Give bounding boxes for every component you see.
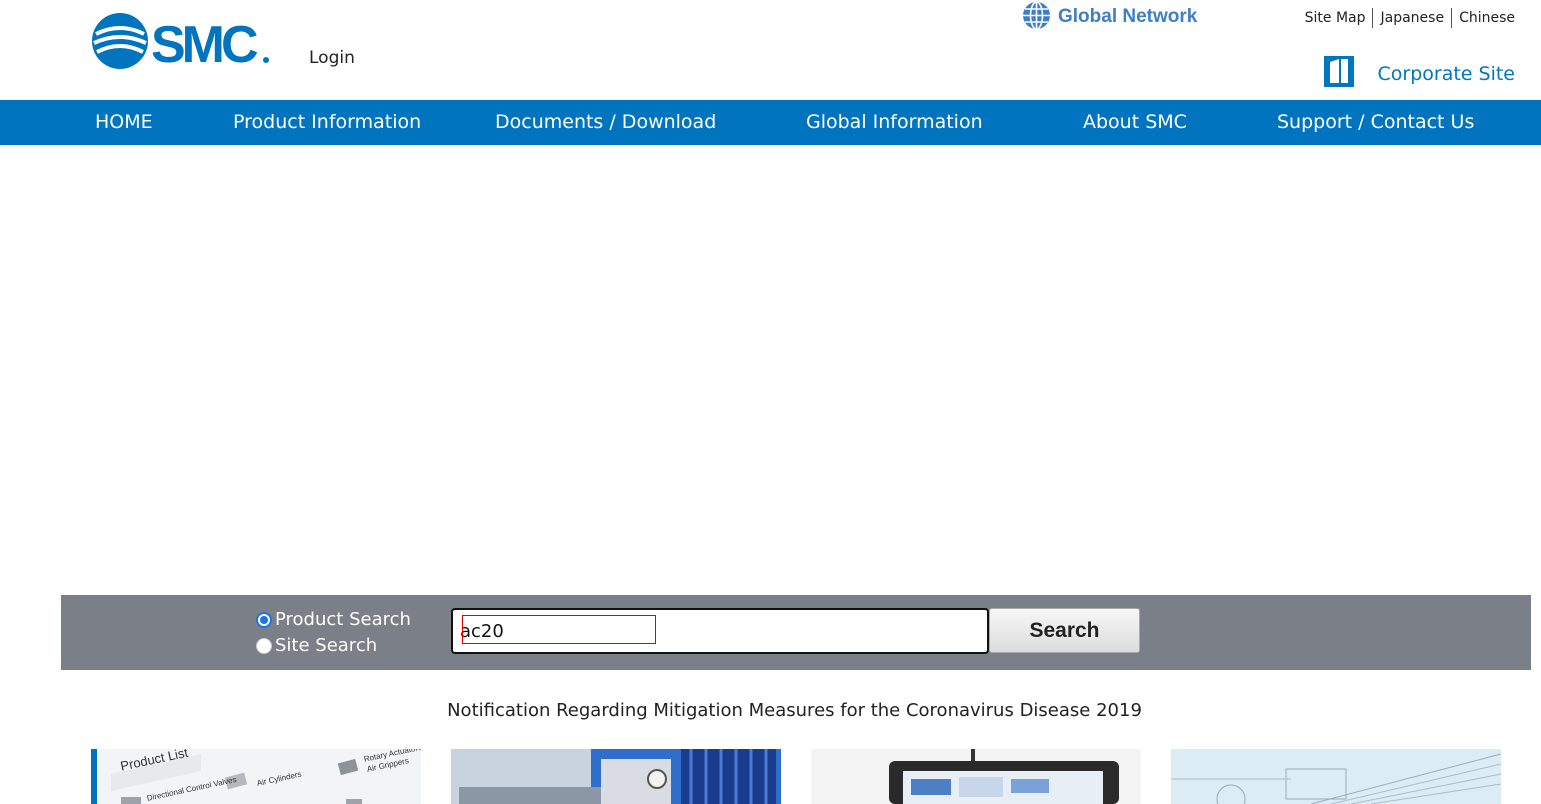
product-list-card[interactable]: Product List Air Cylinders Rotary Actuat… [91, 749, 421, 804]
product-search-radio[interactable]: Product Search [256, 609, 411, 630]
logo-text: SMC [151, 16, 258, 72]
top-links: Site Map Japanese Chinese [1298, 8, 1515, 28]
book-icon [1323, 56, 1354, 91]
radio-unselected[interactable] [256, 637, 272, 654]
nav-documents-download[interactable]: Documents / Download [495, 100, 716, 145]
nav-support-contact[interactable]: Support / Contact Us [1277, 100, 1474, 145]
chinese-link[interactable]: Chinese [1452, 8, 1515, 28]
nav-about-smc[interactable]: About SMC [1083, 100, 1187, 145]
nav-product-information[interactable]: Product Information [233, 100, 421, 145]
cad-drawing-graphic [1171, 749, 1501, 804]
site-search-radio[interactable]: Site Search [256, 635, 377, 656]
globe-icon [1022, 0, 1051, 34]
site-search-label: Site Search [275, 635, 378, 656]
radio-selected[interactable] [256, 611, 272, 628]
covid-notice-link[interactable]: Notification Regarding Mitigation Measur… [0, 700, 1541, 721]
global-network-link[interactable]: Global Network [1022, 0, 1198, 34]
product-photo-graphic [451, 749, 781, 804]
monitor-graphic [811, 749, 1141, 804]
software-card[interactable] [811, 749, 1141, 804]
site-map-link[interactable]: Site Map [1298, 8, 1373, 28]
products-photo-card[interactable] [451, 749, 781, 804]
search-band: Product Search Site Search Search [61, 595, 1531, 670]
global-network-label: Global Network [1058, 6, 1198, 27]
search-button[interactable]: Search [989, 608, 1140, 653]
corporate-site-link[interactable]: Corporate Site [1323, 56, 1516, 91]
japanese-link[interactable]: Japanese [1373, 8, 1451, 28]
nav-global-information[interactable]: Global Information [806, 100, 983, 145]
search-input[interactable] [451, 608, 989, 654]
smc-logo[interactable]: SMC [91, 12, 273, 74]
corporate-site-label: Corporate Site [1377, 62, 1516, 85]
cad-card[interactable] [1171, 749, 1501, 804]
product-search-label: Product Search [275, 609, 411, 630]
login-link[interactable]: Login [309, 48, 355, 68]
nav-home[interactable]: HOME [95, 100, 153, 145]
main-nav: HOME Product Information Documents / Dow… [0, 100, 1541, 145]
